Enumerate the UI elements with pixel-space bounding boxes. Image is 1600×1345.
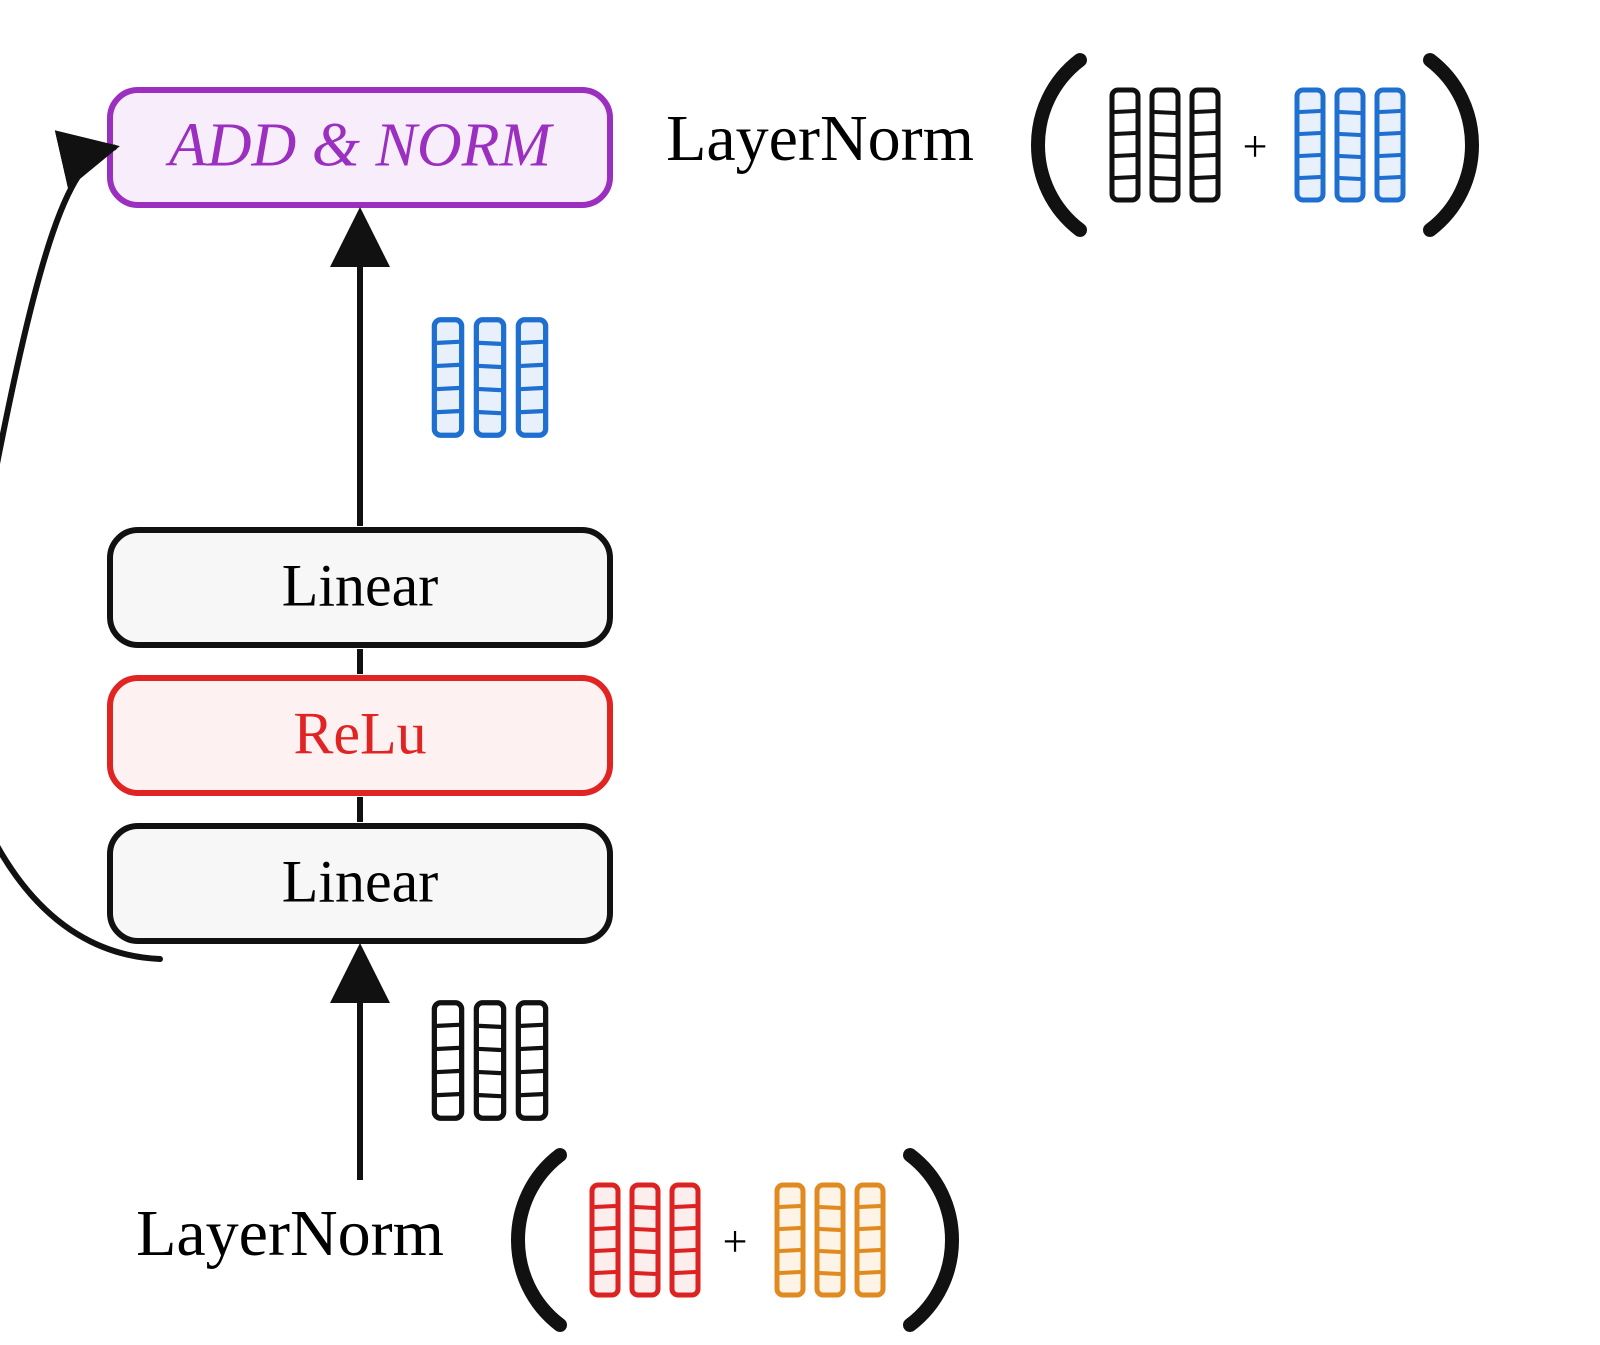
tensor-ff-output xyxy=(434,320,545,436)
addnorm-label: ADD & NORM xyxy=(165,112,555,180)
tensor-bottom-orange xyxy=(777,1185,883,1295)
diagram-canvas: ADD & NORM LayerNorm + Linear ReLu Linear Laye… xyxy=(0,0,1600,1345)
paren-close-top xyxy=(1430,60,1472,230)
paren-open-top xyxy=(1038,60,1080,230)
layernorm-bottom-label: LayerNorm xyxy=(136,1197,444,1270)
tensor-ff-input xyxy=(434,1003,545,1119)
tensor-top-black xyxy=(1112,90,1218,200)
linear-top-label: Linear xyxy=(282,552,439,618)
paren-close-bottom xyxy=(910,1155,952,1325)
tensor-top-blue xyxy=(1297,90,1403,200)
layernorm-top-label: LayerNorm xyxy=(666,102,974,175)
relu-label: ReLu xyxy=(293,700,426,766)
plus-top: + xyxy=(1243,122,1268,171)
plus-bottom: + xyxy=(723,1217,748,1266)
paren-open-bottom xyxy=(518,1155,560,1325)
linear-bottom-label: Linear xyxy=(282,848,439,914)
tensor-bottom-red xyxy=(592,1185,698,1295)
